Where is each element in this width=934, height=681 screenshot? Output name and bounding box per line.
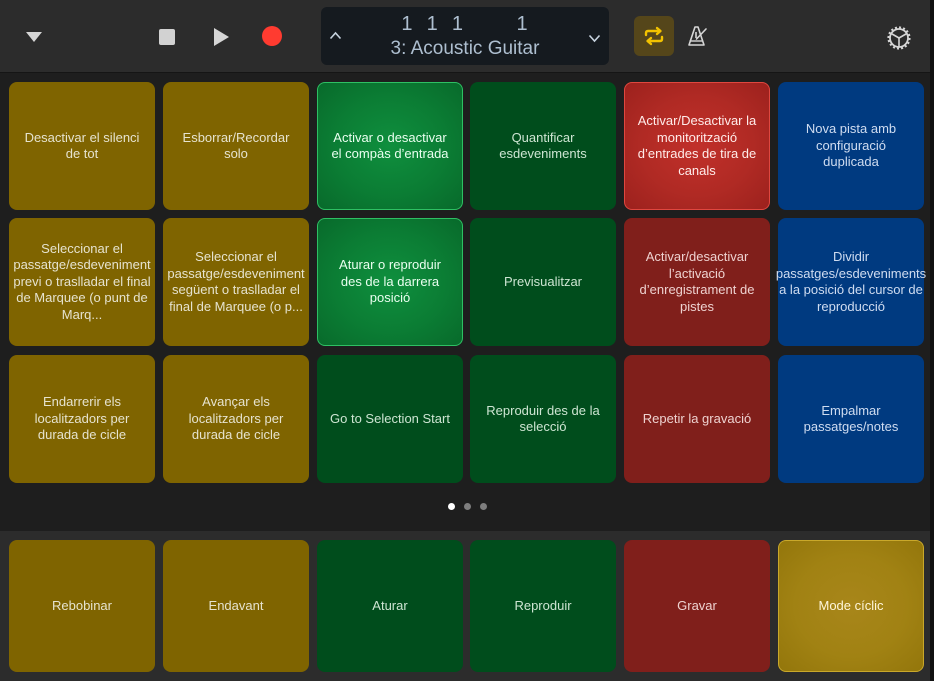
pad-label: Empalmar passatges/notes	[803, 402, 899, 435]
record-button[interactable]	[257, 21, 287, 51]
menu-button[interactable]	[20, 26, 48, 48]
chevron-down-icon	[588, 34, 601, 43]
pad-go-to-selection-start[interactable]: Go to Selection Start	[317, 355, 463, 483]
play-icon	[213, 28, 229, 46]
next-track-button[interactable]	[588, 30, 601, 47]
transport-aturar[interactable]: Aturar	[317, 540, 463, 672]
pad-dividir-passatges-esdeveniments-a-la-pos[interactable]: Dividir passatges/esdeveniments a la pos…	[775, 218, 927, 346]
pad-label: Nova pista amb configuració duplicada	[805, 121, 897, 170]
transport-bar: Rebobinar Endavant Aturar Reproduir Gravar Mo…	[0, 531, 930, 681]
position-division: 1	[451, 13, 465, 35]
pad-seleccionar-el-passatge-esdeveniment-pre[interactable]: Seleccionar el passatge/esdeveniment pre…	[9, 218, 155, 346]
pad-label: Endarrerir els localitzadors per durada …	[34, 394, 130, 443]
window-edge	[930, 0, 934, 681]
pad-label: Seleccionar el passatge/esdeveniment pre…	[13, 240, 151, 322]
pad-aturar-o-reproduir-des-de-la-darrera-pos[interactable]: Aturar o reproduir des de la darrera pos…	[317, 218, 463, 346]
stop-button[interactable]	[152, 22, 182, 52]
pad-label: Seleccionar el passatge/esdeveniment seg…	[167, 249, 305, 314]
transport-rebobinar[interactable]: Rebobinar	[9, 540, 155, 672]
pad-label: Endavant	[208, 597, 264, 613]
pad-empalmar-passatges-notes[interactable]: Empalmar passatges/notes	[778, 355, 924, 483]
lcd-display[interactable]: 1 1 1 1 3: Acoustic Guitar	[321, 7, 609, 65]
pad-label: Quantificar esdeveniments	[499, 129, 587, 162]
position-bar: 1	[401, 13, 414, 35]
chevron-up-icon	[329, 31, 342, 40]
pad-label: Previsualitzar	[503, 273, 583, 289]
transport-gravar[interactable]: Gravar	[624, 540, 770, 672]
position-tick: 1	[516, 13, 529, 35]
pad-previsualitzar[interactable]: Previsualitzar	[470, 218, 616, 346]
pad-reproduir-des-de-la-seleccio[interactable]: Reproduir des de la selecció	[470, 355, 616, 483]
page-dot-3[interactable]	[479, 503, 487, 510]
pad-activar-desactivar-la-monitoritzacio-d-e[interactable]: Activar/Desactivar la monitorització d’e…	[624, 82, 770, 210]
control-bar: 1 1 1 1 3: Acoustic Guitar	[0, 0, 930, 73]
pad-label: Activar/desactivar l’activació d’enregis…	[639, 249, 755, 314]
position-beat: 1	[426, 13, 439, 35]
pad-label: Activar/Desactivar la monitorització d’e…	[637, 113, 757, 178]
pad-quantificar-esdeveniments[interactable]: Quantificar esdeveniments	[470, 82, 616, 210]
settings-button[interactable]	[883, 22, 915, 54]
gear-icon	[887, 26, 911, 50]
pad-activar-o-desactivar-el-compas-d-entrada[interactable]: Activar o desactivar el compàs d’entrada	[317, 82, 463, 210]
page-indicator	[0, 503, 934, 510]
pad-label: Aturar o reproduir des de la darrera pos…	[339, 257, 441, 306]
pad-label: Reproduir des de la selecció	[486, 402, 600, 435]
pad-esborrar-recordar-solo[interactable]: Esborrar/Recordar solo	[163, 82, 309, 210]
pad-label: Dividir passatges/esdeveniments a la pos…	[775, 249, 927, 314]
transport-endavant[interactable]: Endavant	[163, 540, 309, 672]
pad-repetir-la-gravacio[interactable]: Repetir la gravació	[624, 355, 770, 483]
pad-activar-desactivar-l-activacio-d-enregis[interactable]: Activar/desactivar l’activació d’enregis…	[624, 218, 770, 346]
pad-label: Repetir la gravació	[642, 410, 752, 426]
pad-label: Rebobinar	[52, 597, 112, 613]
pad-label: Desactivar el silenci de tot	[24, 129, 140, 162]
pad-label: Avançar els localitzadors per durada de …	[188, 394, 284, 443]
pad-label: Esborrar/Recordar solo	[182, 129, 290, 162]
track-name: 3: Acoustic Guitar	[390, 38, 540, 59]
stop-icon	[159, 29, 175, 45]
record-icon	[262, 26, 282, 46]
pad-desactivar-el-silenci-de-tot[interactable]: Desactivar el silenci de tot	[9, 82, 155, 210]
pad-seleccionar-el-passatge-esdeveniment-seg[interactable]: Seleccionar el passatge/esdeveniment seg…	[163, 218, 309, 346]
pad-label: Gravar	[677, 597, 717, 613]
playhead-position: 1 1 1 1	[321, 13, 609, 36]
transport-mode-ciclic[interactable]: Mode cíclic	[778, 540, 924, 672]
pad-label: Reproduir	[514, 597, 572, 613]
cycle-button[interactable]	[634, 16, 674, 56]
pad-label: Activar o desactivar el compàs d’entrada	[331, 129, 449, 162]
pad-endarrerir-els-localitzadors-per-durada-[interactable]: Endarrerir els localitzadors per durada …	[9, 355, 155, 483]
pad-avancar-els-localitzadors-per-durada-de-[interactable]: Avançar els localitzadors per durada de …	[163, 355, 309, 483]
page-dot-1[interactable]	[447, 503, 455, 510]
transport-reproduir[interactable]: Reproduir	[470, 540, 616, 672]
metronome-icon	[688, 26, 707, 46]
triangle-down-icon	[26, 32, 42, 42]
metronome-button[interactable]	[684, 22, 712, 50]
pad-label: Mode cíclic	[818, 597, 884, 613]
previous-track-button[interactable]	[329, 27, 342, 44]
pad-nova-pista-amb-configuracio-duplicada[interactable]: Nova pista amb configuració duplicada	[778, 82, 924, 210]
page-dot-2[interactable]	[463, 503, 471, 510]
pad-label: Aturar	[372, 597, 408, 613]
play-button[interactable]	[206, 22, 236, 52]
cycle-icon	[644, 26, 664, 46]
pad-label: Go to Selection Start	[330, 410, 450, 426]
